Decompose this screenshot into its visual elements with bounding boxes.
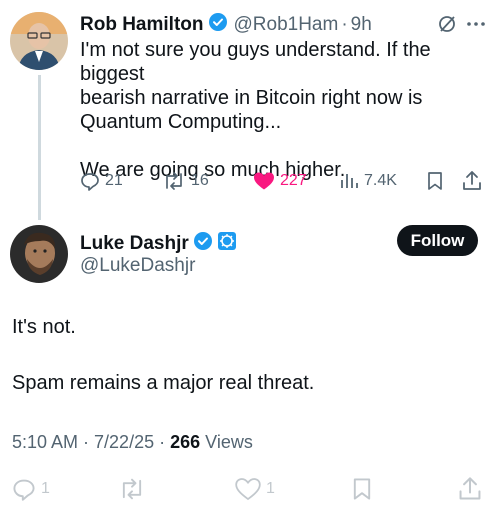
tweet2-text-line: Spam remains a major real threat. [12, 372, 315, 394]
verified-badge-icon [208, 12, 228, 37]
reply-icon [81, 173, 99, 191]
author-handle[interactable]: @Rob1Ham [234, 14, 339, 36]
repost-button[interactable] [118, 477, 146, 501]
views-label: Views [205, 432, 253, 452]
heart-filled-icon [254, 172, 274, 190]
tweet1-text: I'm not sure you guys understand. If the… [80, 38, 500, 182]
follow-button[interactable]: Follow [397, 225, 478, 256]
tweet2-header: Luke Dashjr [80, 231, 237, 256]
like-count: 227 [280, 172, 307, 189]
like-count: 1 [266, 480, 275, 497]
bookmark-button[interactable] [426, 171, 444, 191]
views-count: 266 [170, 432, 201, 452]
share-icon [463, 171, 481, 190]
tweet-timestamp[interactable]: 5:10 AM · 7/22/25 · [12, 432, 165, 452]
tweet1-header: Rob Hamilton @Rob1Ham · 9h [80, 12, 372, 37]
repost-count: 16 [191, 172, 209, 189]
repost-button[interactable]: 16 [162, 171, 209, 191]
share-button[interactable] [458, 476, 482, 502]
like-button[interactable]: 1 [235, 477, 275, 501]
reply-count: 1 [41, 480, 50, 497]
reply-button[interactable]: 1 [12, 477, 50, 501]
author-name[interactable]: Luke Dashjr [80, 233, 189, 255]
share-icon [459, 477, 481, 500]
avatar-rob-hamilton[interactable] [10, 12, 68, 70]
affiliate-badge-icon[interactable] [217, 231, 237, 256]
tweet-time[interactable]: 9h [351, 14, 372, 36]
more-options-icon[interactable] [465, 14, 487, 39]
heart-icon [235, 478, 261, 501]
author-handle[interactable]: @LukeDashjr [80, 255, 195, 277]
bookmark-icon [428, 172, 442, 190]
reply-button[interactable]: 21 [80, 171, 123, 191]
repost-icon [122, 478, 142, 500]
tweet2-handle-row: @LukeDashjr [80, 255, 195, 277]
tweet-text-line: Quantum Computing... [80, 111, 282, 133]
separator-dot: · [341, 13, 348, 35]
reply-count: 21 [105, 172, 123, 189]
view-count: 7.4K [364, 172, 397, 189]
bookmark-icon [353, 478, 371, 500]
author-name[interactable]: Rob Hamilton [80, 14, 204, 36]
share-button[interactable] [462, 170, 482, 192]
tweet2-text-line: It's not. [12, 316, 76, 338]
like-button[interactable]: 227 [253, 171, 307, 191]
bookmark-button[interactable] [351, 477, 373, 501]
views-button[interactable]: 7.4K [339, 171, 397, 191]
thread-connector-line [38, 75, 41, 220]
views-chart-icon [341, 174, 358, 188]
verified-badge-icon [193, 231, 213, 256]
reply-icon [13, 479, 35, 501]
repost-icon [166, 172, 182, 190]
tweet-meta: 5:10 AM · 7/22/25 · 266 Views [12, 432, 253, 453]
tweet-text-line: bearish narrative in Bitcoin right now i… [80, 87, 423, 109]
tweet-text-line: I'm not sure you guys understand. If the… [80, 39, 431, 85]
avatar-luke-dashjr[interactable] [10, 225, 68, 283]
grok-icon[interactable] [437, 14, 457, 39]
